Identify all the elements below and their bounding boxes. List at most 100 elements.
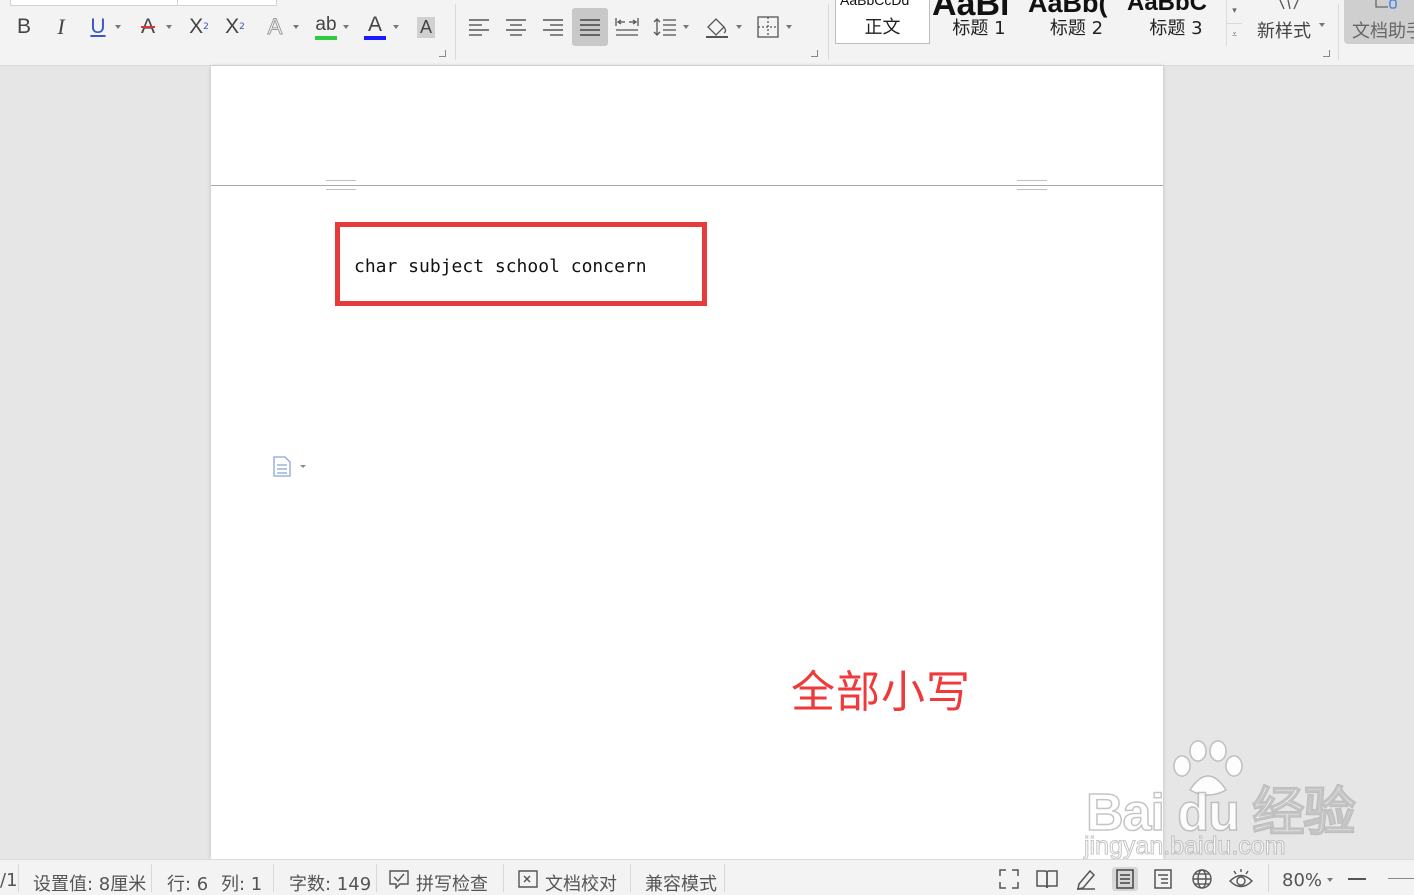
- strikethrough-dropdown-icon[interactable]: [165, 23, 173, 31]
- row-indicator: 行: 6: [167, 874, 209, 895]
- status-bar: /1 设置值: 8厘米 行: 6 列: 1 字数: 149 拼写检查 文档校对 …: [0, 859, 1414, 895]
- new-style-icon: [1279, 0, 1299, 10]
- edit-mode-icon[interactable]: [1073, 867, 1099, 891]
- page-indicator[interactable]: /1: [0, 870, 18, 891]
- highlight-color-bar: [315, 35, 337, 40]
- justify-icon[interactable]: [572, 8, 608, 46]
- font-size-box[interactable]: [177, 0, 277, 6]
- proofread-icon[interactable]: [515, 867, 541, 891]
- font-color-button[interactable]: A: [362, 8, 388, 46]
- reading-mode-icon[interactable]: [1034, 867, 1060, 891]
- outline-view-icon[interactable]: [1150, 867, 1176, 891]
- subscript-label: X: [225, 15, 240, 38]
- line-spacing-icon[interactable]: [651, 8, 679, 46]
- status-separator: [151, 864, 152, 892]
- font-name-box[interactable]: [10, 0, 178, 6]
- paragraph-options-icon[interactable]: [272, 455, 312, 477]
- doc-helper-label: 文档助手: [1352, 21, 1414, 42]
- setting-value[interactable]: 设置值: 8厘米: [33, 870, 146, 895]
- style-heading-2[interactable]: AaBb( 标题 2: [1028, 0, 1125, 44]
- zoom-out-icon[interactable]: [1348, 878, 1366, 880]
- char-shading-label: A: [416, 16, 435, 38]
- style-gallery: AaBbCcDd 正文 AaBl 标题 1 AaBb( 标题 2 AaBbC 标…: [835, 0, 1235, 46]
- underline-label: U: [90, 15, 106, 38]
- strikethrough-button[interactable]: A: [134, 8, 162, 46]
- zoom-level[interactable]: 80%: [1282, 870, 1322, 891]
- paragraph-group-launcher-icon[interactable]: [811, 50, 818, 57]
- word-count[interactable]: 字数: 149: [289, 870, 371, 895]
- style-heading-3-label: 标题 3: [1149, 18, 1203, 39]
- gallery-more-icon[interactable]: ⩡: [1227, 23, 1242, 45]
- underline-button[interactable]: U: [84, 8, 112, 46]
- web-view-icon[interactable]: [1189, 867, 1215, 891]
- char-shading-button[interactable]: A: [414, 8, 438, 46]
- text-effect-dropdown-icon[interactable]: [292, 23, 300, 31]
- subscript-mark: 2: [239, 22, 245, 32]
- text-effect-button[interactable]: A: [262, 8, 288, 46]
- status-separator: [503, 864, 504, 892]
- italic-button[interactable]: I: [48, 8, 74, 46]
- style-heading-1[interactable]: AaBl 标题 1: [932, 0, 1026, 44]
- gallery-down-icon[interactable]: ▾: [1227, 0, 1242, 22]
- spell-check-button[interactable]: 拼写检查: [416, 870, 488, 895]
- annotation-text: 全部小写: [791, 667, 971, 718]
- shading-icon[interactable]: [702, 8, 732, 46]
- strikethrough-label: A: [140, 15, 155, 38]
- new-style-dropdown-icon: [1318, 21, 1326, 29]
- page-view-icon[interactable]: [1112, 867, 1138, 891]
- ribbon-toolbar: B I U A X2 X2 A ab A A AaBbCcDd 正文 AaBl …: [0, 0, 1414, 66]
- highlight-dropdown-icon[interactable]: [342, 23, 350, 31]
- document-page[interactable]: char subject school concern 全部小写: [211, 66, 1163, 859]
- align-right-icon[interactable]: [539, 8, 567, 46]
- style-gallery-scroll: ▾ ⩡: [1226, 0, 1242, 46]
- document-text[interactable]: char subject school concern: [354, 256, 647, 277]
- status-separator: [376, 864, 377, 892]
- zoom-dropdown-icon[interactable]: [1326, 876, 1334, 884]
- eye-protection-icon[interactable]: [1228, 867, 1254, 891]
- margin-marker-right: [1017, 180, 1047, 190]
- shading-dropdown-icon[interactable]: [735, 23, 743, 31]
- new-style-label: 新样式: [1257, 21, 1311, 42]
- spell-check-icon[interactable]: [386, 867, 412, 891]
- highlight-label: ab: [315, 13, 337, 35]
- align-left-icon[interactable]: [465, 8, 493, 46]
- superscript-button[interactable]: X2: [184, 8, 214, 46]
- line-spacing-dropdown-icon[interactable]: [682, 23, 690, 31]
- new-style-button[interactable]: 新样式: [1252, 0, 1328, 46]
- font-color-dropdown-icon[interactable]: [392, 23, 400, 31]
- group-separator: [455, 4, 456, 60]
- fullscreen-icon[interactable]: [996, 867, 1022, 891]
- style-normal-label: 正文: [864, 17, 901, 38]
- style-heading-3[interactable]: AaBbC 标题 3: [1127, 0, 1225, 44]
- borders-icon[interactable]: [754, 8, 782, 46]
- text-effect-label: A: [267, 14, 283, 40]
- highlight-button[interactable]: ab: [312, 8, 340, 46]
- margin-marker-left: [326, 180, 356, 190]
- bold-button[interactable]: B: [10, 8, 38, 46]
- style-normal[interactable]: AaBbCcDd 正文: [835, 0, 930, 44]
- group-separator: [828, 4, 829, 60]
- subscript-button[interactable]: X2: [220, 8, 250, 46]
- style-normal-preview: AaBbCcDd: [840, 0, 910, 8]
- status-separator: [630, 864, 631, 892]
- underline-dropdown-icon[interactable]: [114, 23, 122, 31]
- superscript-mark: 2: [203, 22, 209, 32]
- font-color-label: A: [367, 13, 382, 36]
- doc-helper-icon: [1375, 0, 1397, 9]
- proofread-button[interactable]: 文档校对: [545, 870, 617, 895]
- font-color-bar: [364, 36, 386, 40]
- align-center-icon[interactable]: [502, 8, 530, 46]
- borders-dropdown-icon[interactable]: [785, 23, 793, 31]
- doc-helper-button[interactable]: 文档助手: [1344, 0, 1414, 44]
- font-group-launcher-icon[interactable]: [439, 50, 446, 57]
- styles-group-launcher-icon[interactable]: [1323, 50, 1330, 57]
- watermark-url: jingyan.baidu.com: [1084, 832, 1287, 861]
- status-separator: [18, 864, 19, 892]
- zoom-slider[interactable]: [1388, 878, 1414, 879]
- group-separator: [1338, 4, 1339, 60]
- style-heading-2-label: 标题 2: [1049, 18, 1104, 39]
- superscript-label: X: [189, 15, 204, 38]
- distribute-icon[interactable]: [613, 8, 641, 46]
- style-heading-1-label: 标题 1: [952, 18, 1006, 39]
- bold-label: B: [16, 15, 31, 38]
